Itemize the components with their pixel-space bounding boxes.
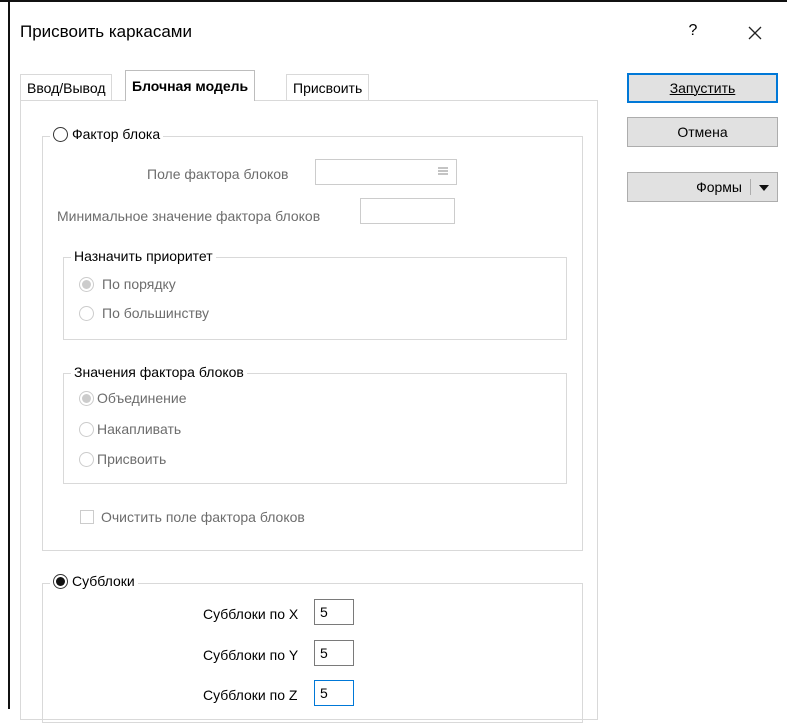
clear-factor-label: Очистить поле фактора блоков — [101, 509, 305, 525]
block-factor-field-label: Поле фактора блоков — [147, 166, 289, 182]
subblocks-radio[interactable] — [53, 573, 68, 589]
values-union-label: Объединение — [97, 390, 187, 406]
subblocks-y-value: 5 — [320, 645, 328, 661]
cancel-button[interactable]: Отмена — [627, 117, 778, 147]
subblocks-x-value: 5 — [320, 604, 328, 620]
subblocks-z-input[interactable]: 5 — [314, 680, 354, 706]
subblocks-y-input[interactable]: 5 — [314, 640, 354, 666]
block-factor-radio[interactable] — [53, 126, 68, 142]
caret-down-icon — [758, 173, 770, 201]
block-factor-group — [42, 136, 583, 551]
values-assign-radio[interactable] — [79, 451, 94, 467]
forms-dropdown-arrow[interactable] — [751, 173, 777, 201]
subblocks-label: Субблоки — [72, 573, 135, 589]
priority-majority-label: По большинству — [102, 305, 210, 321]
min-block-factor-label: Минимальное значение фактора блоков — [57, 208, 321, 224]
tab-block-model[interactable]: Блочная модель — [125, 70, 256, 101]
forms-button-label: Формы — [696, 179, 742, 195]
priority-option-majority[interactable]: По большинству — [79, 305, 209, 321]
values-option-union[interactable]: Объединение — [79, 390, 187, 406]
subblocks-legend[interactable]: Субблоки — [50, 573, 138, 589]
list-icon[interactable] — [438, 164, 448, 180]
values-option-assign[interactable]: Присвоить — [79, 451, 166, 467]
subblocks-y-label: Субблоки по Y — [203, 647, 299, 663]
tab-assign[interactable]: Присвоить — [286, 74, 370, 100]
run-button[interactable]: Запустить — [627, 73, 778, 103]
close-icon — [742, 20, 768, 46]
priority-group — [63, 257, 567, 340]
factor-values-legend: Значения фактора блоков — [71, 364, 247, 380]
priority-order-radio[interactable] — [79, 276, 94, 292]
clear-factor-option[interactable]: Очистить поле фактора блоков — [80, 509, 305, 525]
block-factor-field-input[interactable] — [315, 159, 457, 185]
subblocks-group — [42, 583, 583, 723]
forms-button[interactable]: Формы — [627, 172, 778, 202]
values-assign-label: Присвоить — [97, 451, 167, 467]
help-button[interactable]: ? — [683, 22, 703, 40]
min-block-factor-value — [361, 203, 366, 219]
priority-order-label: По порядку — [102, 276, 176, 292]
values-option-accumulate[interactable]: Накапливать — [79, 421, 181, 437]
priority-legend: Назначить приоритет — [71, 248, 216, 264]
window-left-border — [8, 0, 10, 709]
subblocks-z-value: 5 — [320, 685, 328, 701]
block-factor-legend[interactable]: Фактор блока — [50, 126, 164, 142]
min-block-factor-input[interactable] — [360, 198, 455, 224]
subblocks-x-input[interactable]: 5 — [314, 599, 354, 625]
block-factor-field-value — [316, 164, 321, 180]
priority-majority-radio[interactable] — [79, 305, 94, 321]
priority-option-order[interactable]: По порядку — [79, 276, 176, 292]
values-accumulate-radio[interactable] — [79, 421, 94, 437]
tab-input-output[interactable]: Ввод/Вывод — [20, 74, 113, 100]
close-button[interactable] — [742, 20, 768, 46]
run-button-label: Запустить — [669, 80, 736, 96]
cancel-button-label: Отмена — [677, 124, 728, 140]
window-top-border — [0, 0, 787, 2]
subblocks-z-label: Субблоки по Z — [203, 687, 298, 703]
values-union-radio[interactable] — [79, 390, 94, 406]
block-factor-label: Фактор блока — [72, 126, 161, 142]
subblocks-x-label: Субблоки по X — [203, 606, 299, 622]
clear-factor-checkbox[interactable] — [80, 510, 94, 524]
window-title: Присвоить каркасами — [20, 22, 192, 41]
values-accumulate-label: Накапливать — [97, 421, 182, 437]
